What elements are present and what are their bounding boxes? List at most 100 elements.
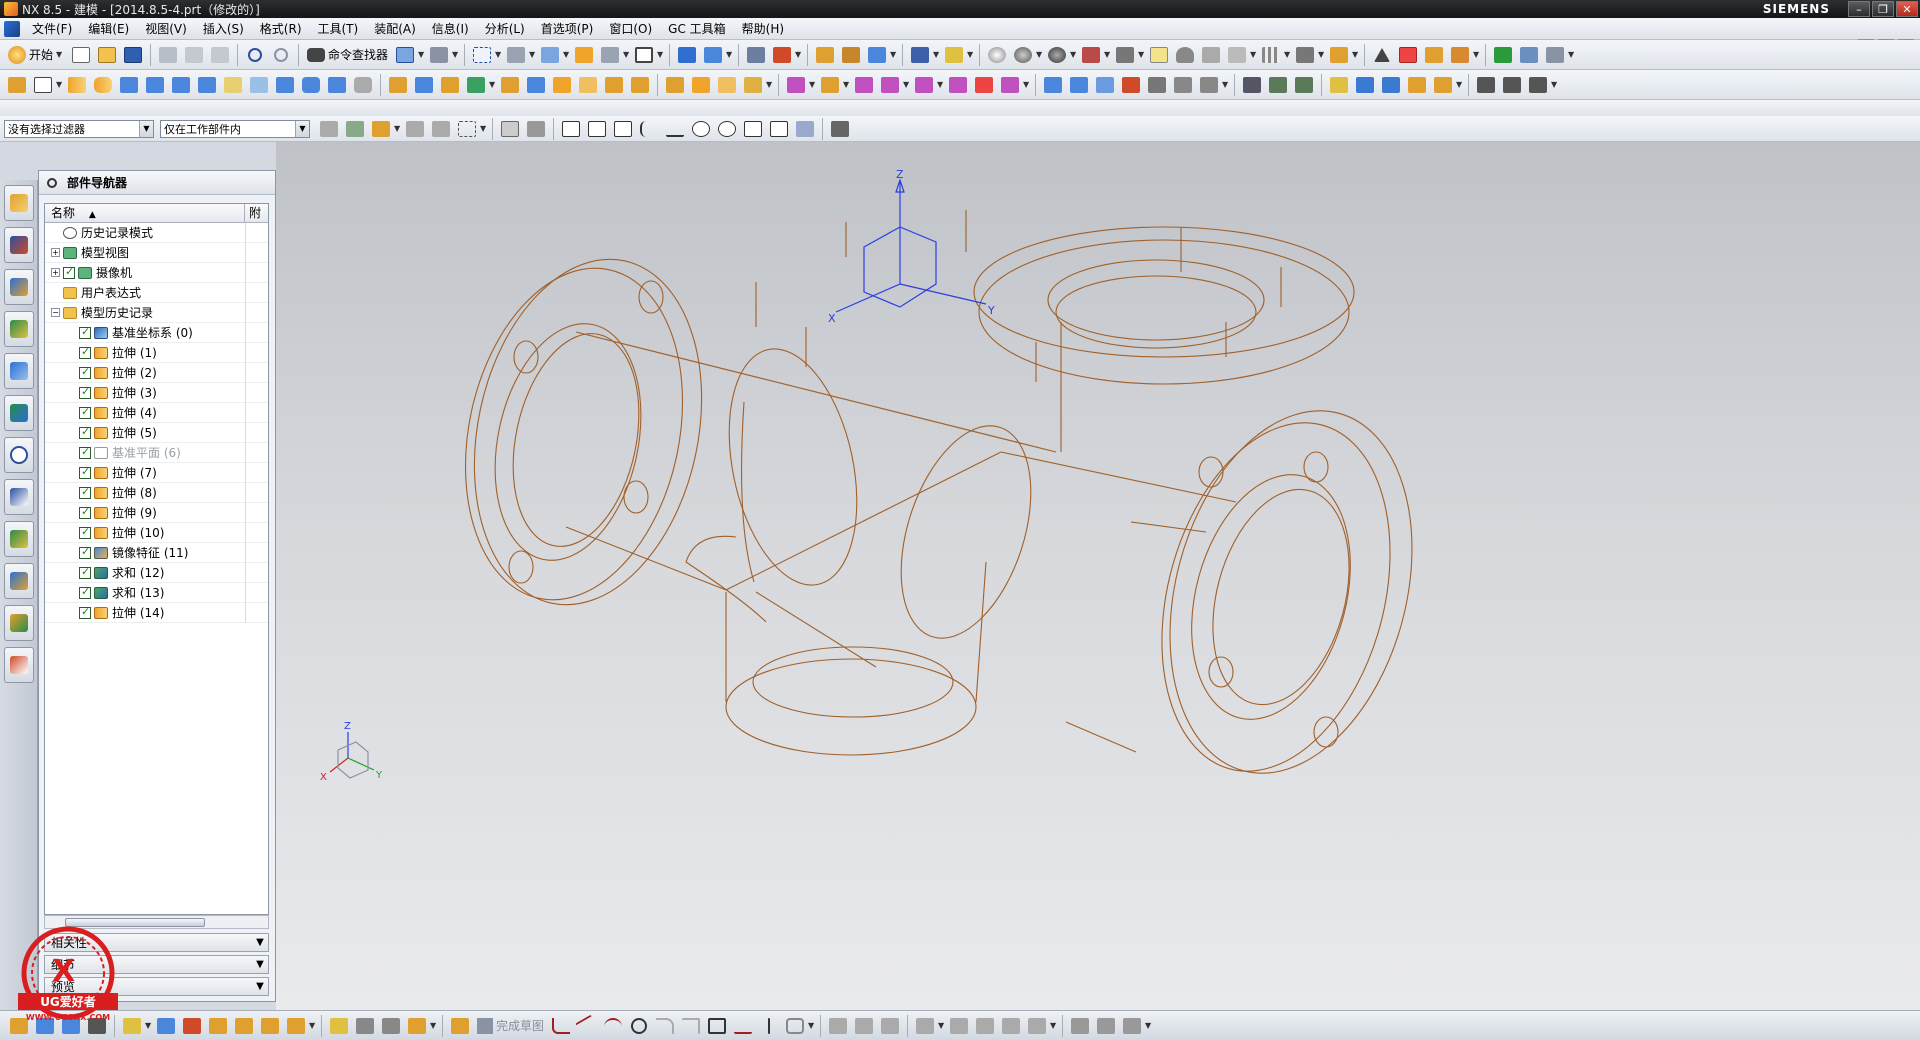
tree-row[interactable]: 基准平面 (6) [45,443,268,463]
show-constraints-button[interactable] [1120,1014,1144,1038]
type-filter-dropdown[interactable]: 没有选择过滤器 ▼ [4,119,154,138]
process-studio-tab[interactable] [4,521,34,557]
sync-copy-button[interactable] [998,73,1022,97]
body-select-button[interactable] [524,117,548,141]
assy-d-button[interactable] [1431,73,1455,97]
menu-gc-toolbox[interactable]: GC 工具箱 [660,18,734,40]
command-finder-button[interactable]: 命令查找器 [303,43,392,67]
box-button[interactable] [663,73,687,97]
sync-replace-button[interactable] [912,73,936,97]
layer-button[interactable] [598,43,622,67]
visibility-checkbox[interactable] [79,585,91,599]
misc-a-button[interactable] [1474,73,1498,97]
select-mode-button[interactable] [403,117,427,141]
shaded-sphere-button[interactable] [1045,43,1069,67]
tree-row[interactable]: 基准坐标系 (0) [45,323,268,343]
sketch-i-button[interactable] [232,1014,256,1038]
rectangle-button[interactable] [705,1014,729,1038]
subtract-button[interactable] [412,73,436,97]
collapse-icon[interactable]: − [51,308,60,317]
visibility-checkbox[interactable] [79,525,91,539]
auto-constrain-button[interactable] [1094,1014,1118,1038]
maximize-button[interactable]: ❐ [1872,1,1894,17]
system-materials-tab[interactable] [4,479,34,515]
measure-button[interactable] [744,43,768,67]
tree-row[interactable]: 拉伸 (5) [45,423,268,443]
menu-tools[interactable]: 工具(T) [310,18,367,40]
visibility-checkbox[interactable] [79,405,91,419]
general-select-button[interactable] [317,117,341,141]
mirror-curve-button[interactable] [947,1014,971,1038]
misc-b-button[interactable] [1500,73,1524,97]
move-button[interactable] [865,43,889,67]
sync-delete-button[interactable] [946,73,970,97]
expand-icon[interactable]: + [51,248,60,257]
snap-midpoint-button[interactable] [585,117,609,141]
gray-square-button[interactable] [1113,43,1137,67]
report-button[interactable] [1543,43,1567,67]
copy-button[interactable] [182,43,206,67]
background-button[interactable] [632,43,656,67]
menu-format[interactable]: 格式(R) [252,18,310,40]
intersect-curve-button[interactable] [973,1014,997,1038]
surf-e-button[interactable] [1145,73,1169,97]
revolve-button[interactable] [91,73,115,97]
sketch-h-button[interactable] [206,1014,230,1038]
assy-b-button[interactable] [1379,73,1403,97]
system-scene-tab[interactable] [4,647,34,683]
assy-c-button[interactable] [1405,73,1429,97]
tree-row[interactable]: 求和 (12) [45,563,268,583]
visibility-checkbox[interactable] [79,365,91,379]
drafting-button[interactable] [1240,73,1264,97]
intersect-button[interactable] [438,73,462,97]
manufacturing-wizard-tab[interactable] [4,563,34,599]
snap-point-button[interactable] [741,117,765,141]
edge-blend-button[interactable] [550,73,574,97]
snap-center-button[interactable] [689,117,713,141]
triangle-button[interactable] [1370,43,1394,67]
menu-view[interactable]: 视图(V) [137,18,195,40]
offset-curve-button[interactable] [913,1014,937,1038]
redo-button[interactable] [269,43,293,67]
sketch-e-button[interactable] [120,1014,144,1038]
web-browser-tab[interactable] [4,395,34,431]
tree-row[interactable]: − 模型历史记录 [45,303,268,323]
surf-d-button[interactable] [1119,73,1143,97]
stack-button[interactable] [1292,73,1316,97]
snap-button[interactable] [770,43,794,67]
tree-row[interactable]: 拉伸 (1) [45,343,268,363]
surf-f-button[interactable] [1171,73,1195,97]
extrude-button[interactable] [65,73,89,97]
visibility-checkbox[interactable] [79,325,91,339]
check-button[interactable] [1491,43,1515,67]
pad-button[interactable] [195,73,219,97]
sync-move-button[interactable] [784,73,808,97]
constraint-button[interactable] [1025,1014,1049,1038]
floor-button[interactable] [1199,43,1223,67]
point-button[interactable] [757,1014,781,1038]
hd3d-tools-tab[interactable] [4,353,34,389]
menu-edit[interactable]: 编辑(E) [80,18,137,40]
visibility-checkbox[interactable] [79,605,91,619]
plane-button[interactable] [1225,43,1249,67]
tree-row[interactable]: 拉伸 (7) [45,463,268,483]
roles-tab[interactable] [4,605,34,641]
edit-param-button[interactable] [839,43,863,67]
surf-a-button[interactable] [1041,73,1065,97]
sync-offset-button[interactable] [878,73,902,97]
attach-column-header[interactable]: 附 [245,204,268,222]
trim-button[interactable] [464,73,488,97]
snap-onpoint-button[interactable] [767,117,791,141]
expand-icon[interactable]: + [51,268,60,277]
tree-row[interactable]: 镜像特征 (11) [45,543,268,563]
undo-button[interactable] [243,43,267,67]
orient-button[interactable] [538,43,562,67]
tree-row[interactable]: 拉伸 (10) [45,523,268,543]
misc-c-button[interactable] [1526,73,1550,97]
reuse-library-tab[interactable] [4,311,34,347]
start-button[interactable]: 开始 ▼ [4,43,68,67]
visibility-checkbox[interactable] [79,345,91,359]
shade-button[interactable] [504,43,528,67]
analysis-button[interactable] [908,43,932,67]
curve-button[interactable] [715,73,739,97]
